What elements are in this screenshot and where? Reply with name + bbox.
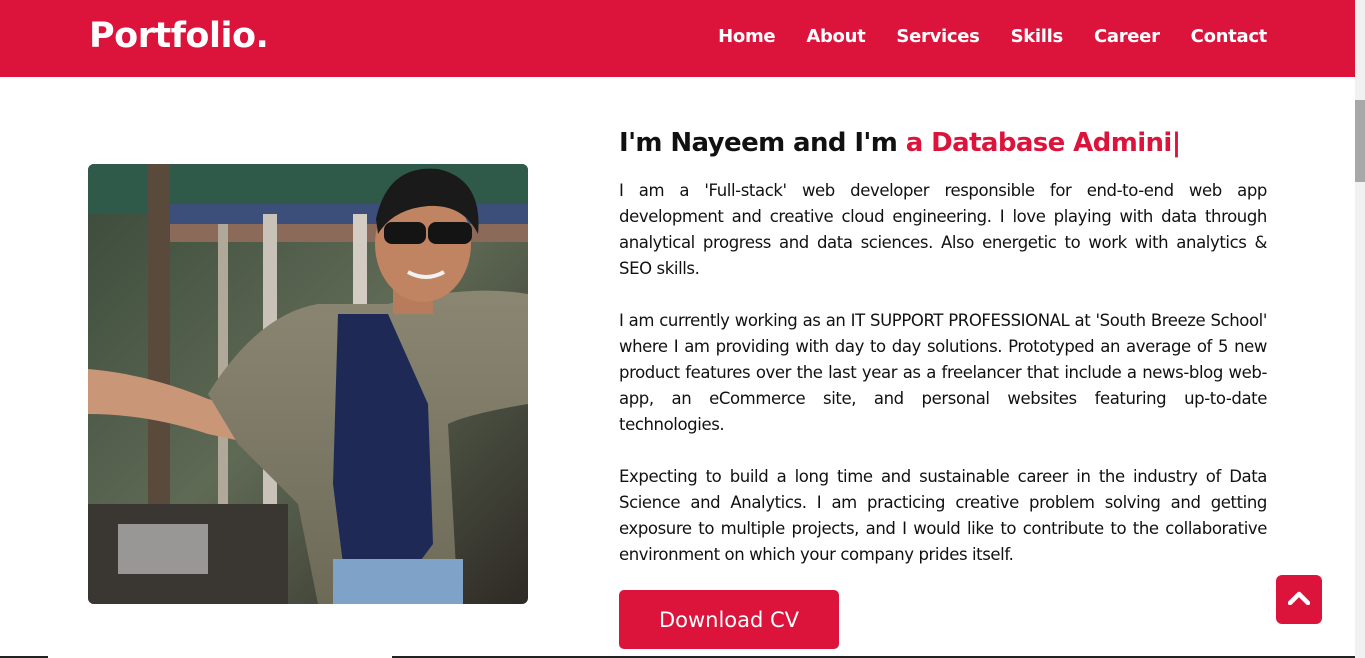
nav-menu: Home About Services Skills Career Contac…: [687, 26, 1267, 47]
navbar: Portfolio. Home About Services Skills Ca…: [0, 0, 1355, 77]
nav-item-about[interactable]: About: [806, 26, 865, 47]
scroll-to-top-button[interactable]: [1276, 575, 1322, 624]
profile-photo: [88, 164, 528, 604]
chevron-up-icon: [1287, 590, 1311, 609]
about-paragraph-2: I am currently working as an IT SUPPORT …: [619, 311, 1267, 434]
download-cv-button[interactable]: Download CV: [619, 590, 839, 649]
headline-typed-role: a Database Admini: [905, 128, 1173, 158]
about-headline: I'm Nayeem and I'm a Database Admini|: [619, 128, 1181, 158]
nav-item-career[interactable]: Career: [1094, 26, 1160, 47]
typing-cursor: |: [1171, 128, 1182, 158]
nav-item-skills[interactable]: Skills: [1011, 26, 1064, 47]
nav-item-home[interactable]: Home: [718, 26, 776, 47]
scrollbar-track[interactable]: [1355, 0, 1365, 658]
nav-item-contact[interactable]: Contact: [1191, 26, 1268, 47]
about-paragraph-1: I am a 'Full-stack' web developer respon…: [619, 181, 1267, 278]
about-paragraph-3: Expecting to build a long time and susta…: [619, 467, 1267, 564]
headline-prefix: I'm Nayeem and I'm: [619, 128, 906, 158]
scrollbar-thumb[interactable]: [1355, 100, 1365, 182]
logo[interactable]: Portfolio.: [89, 16, 269, 56]
nav-item-services[interactable]: Services: [896, 26, 979, 47]
